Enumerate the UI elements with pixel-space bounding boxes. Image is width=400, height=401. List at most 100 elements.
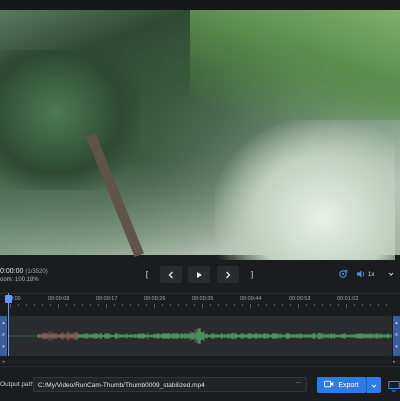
handle-down-icon: ▾: [2, 344, 5, 350]
ruler-tick: [186, 304, 187, 306]
ruler-tick: [346, 304, 347, 308]
ruler-tick: [10, 304, 11, 308]
frame-counter: (1/3520): [25, 269, 48, 275]
tick-label: 00:00:08: [48, 296, 70, 302]
left-track-handle[interactable]: ▴ ≡ ▾: [0, 316, 7, 356]
scroll-left-icon[interactable]: ◂: [2, 359, 5, 365]
ruler-tick: [234, 304, 235, 306]
ruler-tick: [66, 304, 67, 306]
timeline-scrollbar[interactable]: ◂ ▸: [0, 359, 400, 365]
ruler-tick: [146, 304, 147, 306]
export-label: Export: [338, 381, 359, 389]
video-preview[interactable]: [0, 10, 400, 260]
ruler-tick: [370, 304, 371, 306]
ruler-tick: [178, 304, 179, 306]
export-button[interactable]: Export: [317, 377, 366, 393]
ruler-tick: [170, 304, 171, 306]
tick-label: 00:01:02: [337, 296, 359, 302]
playhead-handle[interactable]: [5, 295, 12, 303]
ruler-tick: [298, 304, 299, 308]
speaker-icon: [356, 269, 366, 281]
ruler-tick: [322, 304, 323, 306]
ruler-tick: [210, 304, 211, 306]
handle-grip-icon: ≡: [2, 332, 5, 338]
output-path-label: Output path:: [0, 381, 36, 388]
audio-waveform-track[interactable]: [8, 316, 392, 356]
ruler-tick: [106, 304, 107, 308]
ruler-tick: [258, 304, 259, 306]
ruler-tick: [34, 304, 35, 306]
ruler-tick: [306, 304, 307, 306]
ruler-tick: [82, 304, 83, 306]
tick-label: 00:00:26: [144, 296, 166, 302]
ruler-tick: [130, 304, 131, 306]
ruler-tick: [266, 304, 267, 306]
tick-label: 00:00:44: [240, 296, 262, 302]
ruler-tick: [250, 304, 251, 308]
render-queue-button[interactable]: [388, 379, 400, 392]
right-track-handle[interactable]: ▴ ≡ ▾: [393, 316, 400, 356]
browse-button[interactable]: ...: [296, 379, 301, 385]
handle-up-icon: ▴: [2, 320, 5, 326]
tick-label: 00:00:35: [192, 296, 214, 302]
current-time: 0:00:00 (1/3520): [0, 268, 48, 275]
ruler-tick: [282, 304, 283, 306]
ruler-tick: [114, 304, 115, 306]
chevron-down-icon: [371, 376, 377, 394]
title-bar: [0, 0, 400, 10]
speed-value: 1x: [368, 272, 375, 278]
video-camera-icon: [324, 380, 334, 390]
ruler-tick: [362, 304, 363, 306]
ruler-tick: [58, 304, 59, 308]
ruler-tick: [50, 304, 51, 306]
play-button[interactable]: [188, 266, 210, 283]
chevron-down-icon: [388, 271, 394, 279]
handle-down-icon: ▾: [395, 344, 398, 350]
play-icon: [195, 271, 203, 279]
ruler-tick: [138, 304, 139, 306]
chevron-right-icon: [224, 271, 232, 279]
tick-label: 00:00:17: [96, 296, 118, 302]
output-path-input[interactable]: C:/My/Video/RunCam-Thumb/Thumb0009_stabi…: [33, 377, 307, 392]
video-scene-sky: [215, 120, 395, 260]
ruler-tick: [162, 304, 163, 306]
ruler-tick: [202, 304, 203, 308]
ruler-tick: [122, 304, 123, 306]
volume-button[interactable]: [354, 268, 368, 282]
monitor-icon: [388, 379, 400, 396]
timeline-ticks: [0, 304, 400, 308]
ruler-tick: [218, 304, 219, 306]
next-frame-button[interactable]: [217, 266, 239, 283]
ruler-tick: [314, 304, 315, 306]
ruler-tick: [226, 304, 227, 306]
export-options-dropdown[interactable]: [366, 377, 381, 393]
ruler-tick: [154, 304, 155, 308]
ruler-tick: [42, 304, 43, 306]
stabilization-icon: [338, 269, 348, 281]
ruler-tick: [242, 304, 243, 306]
chevron-left-icon: [167, 271, 175, 279]
ruler-tick: [290, 304, 291, 306]
handle-up-icon: ▴: [395, 320, 398, 326]
ruler-tick: [18, 304, 19, 306]
ruler-tick: [26, 304, 27, 306]
ruler-tick: [354, 304, 355, 306]
ruler-tick: [330, 304, 331, 306]
video-scene-leaves: [0, 50, 140, 190]
ruler-tick: [274, 304, 275, 306]
ruler-tick: [378, 304, 379, 306]
playback-speed-select[interactable]: 1x: [368, 268, 394, 282]
time-value: 0:00:00: [0, 268, 24, 275]
scroll-right-icon[interactable]: ▸: [393, 359, 396, 365]
ruler-tick: [90, 304, 91, 306]
previous-frame-button[interactable]: [160, 266, 182, 283]
zoom-level: oom: 100.18%: [0, 277, 39, 283]
ruler-tick: [338, 304, 339, 306]
mark-in-button[interactable]: [: [140, 266, 154, 283]
handle-grip-icon: ≡: [395, 332, 398, 338]
ruler-tick: [98, 304, 99, 306]
ruler-tick: [74, 304, 75, 306]
mark-out-button[interactable]: ]: [245, 266, 259, 283]
ruler-tick: [194, 304, 195, 306]
stabilization-toggle-button[interactable]: [336, 268, 350, 282]
